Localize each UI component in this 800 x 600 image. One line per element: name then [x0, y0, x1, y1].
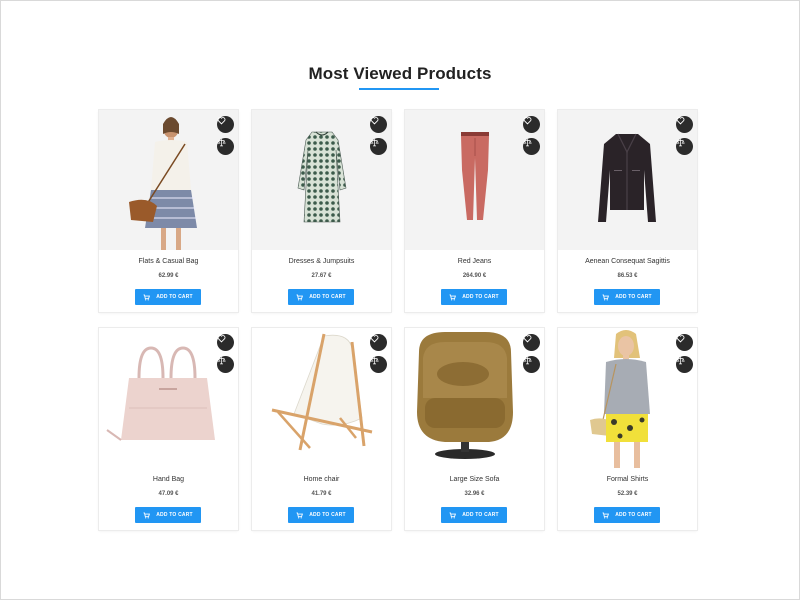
wishlist-button[interactable] [523, 116, 540, 133]
add-to-cart-label: ADD TO CART [156, 512, 193, 518]
add-to-cart-button[interactable]: ADD TO CART [135, 289, 201, 305]
compare-button[interactable] [217, 138, 234, 155]
add-to-cart-label: ADD TO CART [615, 294, 652, 300]
woman-with-bag-image [129, 117, 197, 250]
add-to-cart-button[interactable]: ADD TO CART [288, 507, 354, 523]
wishlist-button[interactable] [523, 334, 540, 351]
wishlist-button[interactable] [370, 334, 387, 351]
heart-icon [523, 335, 532, 343]
product-name[interactable]: Large Size Sofa [405, 476, 544, 483]
scale-icon [217, 139, 226, 147]
scale-icon [370, 357, 379, 365]
heart-icon [370, 335, 379, 343]
product-price: 62.99 € [158, 273, 179, 279]
heart-icon [217, 335, 226, 343]
cart-icon [449, 511, 457, 519]
product-name[interactable]: Dresses & Jumpsuits [252, 258, 391, 265]
scale-icon [523, 139, 532, 147]
product-image[interactable] [252, 328, 391, 468]
scale-icon [370, 139, 379, 147]
add-to-cart-label: ADD TO CART [309, 512, 346, 518]
add-to-cart-button[interactable]: ADD TO CART [135, 507, 201, 523]
add-to-cart-button[interactable]: ADD TO CART [594, 507, 660, 523]
product-image[interactable] [405, 110, 544, 250]
product-card[interactable]: Formal Shirts 52.39 € ADD TO CART [558, 328, 697, 530]
compare-button[interactable] [676, 356, 693, 373]
product-card[interactable]: Aenean Consequat Sagittis 86.53 € ADD TO… [558, 110, 697, 312]
scale-icon [676, 139, 685, 147]
pink-handbag-image [106, 346, 215, 441]
product-price: 47.09 € [158, 491, 179, 497]
product-image[interactable] [558, 110, 697, 250]
add-to-cart-label: ADD TO CART [462, 294, 499, 300]
scale-icon [676, 357, 685, 365]
cart-icon [143, 511, 151, 519]
cart-icon [449, 293, 457, 301]
leather-jacket-image [598, 133, 656, 222]
product-name[interactable]: Aenean Consequat Sagittis [558, 258, 697, 265]
compare-button[interactable] [217, 356, 234, 373]
cart-icon [296, 293, 304, 301]
product-name[interactable]: Flats & Casual Bag [99, 258, 238, 265]
product-price: 52.39 € [617, 491, 638, 497]
scale-icon [217, 357, 226, 365]
product-image[interactable] [252, 110, 391, 250]
add-to-cart-label: ADD TO CART [462, 512, 499, 518]
product-image[interactable] [99, 110, 238, 250]
wishlist-button[interactable] [370, 116, 387, 133]
product-image[interactable] [99, 328, 238, 468]
compare-button[interactable] [370, 138, 387, 155]
add-to-cart-label: ADD TO CART [309, 294, 346, 300]
product-card[interactable]: Flats & Casual Bag 62.99 € ADD TO CART [99, 110, 238, 312]
section-title: Most Viewed Products [308, 64, 492, 83]
heart-icon [370, 117, 379, 125]
heart-icon [523, 117, 532, 125]
heart-icon [676, 335, 685, 343]
product-card[interactable]: Hand Bag 47.09 € ADD TO CART [99, 328, 238, 530]
wishlist-button[interactable] [217, 334, 234, 351]
compare-button[interactable] [370, 356, 387, 373]
cart-icon [602, 511, 610, 519]
compare-button[interactable] [523, 356, 540, 373]
product-card[interactable]: Dresses & Jumpsuits 27.67 € ADD TO CART [252, 110, 391, 312]
product-name[interactable]: Red Jeans [405, 258, 544, 265]
add-to-cart-label: ADD TO CART [615, 512, 652, 518]
cart-icon [602, 293, 610, 301]
product-price: 264.90 € [462, 273, 487, 279]
product-name[interactable]: Hand Bag [99, 476, 238, 483]
cart-icon [296, 511, 304, 519]
scale-icon [523, 357, 532, 365]
red-jeans-image [461, 132, 489, 220]
add-to-cart-button[interactable]: ADD TO CART [441, 507, 507, 523]
add-to-cart-button[interactable]: ADD TO CART [441, 289, 507, 305]
wishlist-button[interactable] [676, 334, 693, 351]
product-name[interactable]: Home chair [252, 476, 391, 483]
cart-icon [143, 293, 151, 301]
wishlist-button[interactable] [676, 116, 693, 133]
product-price: 41.79 € [311, 491, 332, 497]
heart-icon [217, 117, 226, 125]
product-price: 32.96 € [464, 491, 485, 497]
deck-chair-image [271, 333, 373, 451]
product-price: 27.67 € [311, 273, 332, 279]
compare-button[interactable] [523, 138, 540, 155]
product-card[interactable]: Large Size Sofa 32.96 € ADD TO CART [405, 328, 544, 530]
add-to-cart-label: ADD TO CART [156, 294, 193, 300]
wishlist-button[interactable] [217, 116, 234, 133]
compare-button[interactable] [676, 138, 693, 155]
product-image[interactable] [405, 328, 544, 468]
title-underline [359, 88, 439, 90]
product-card[interactable]: Red Jeans 264.90 € ADD TO CART [405, 110, 544, 312]
product-image[interactable] [558, 328, 697, 468]
woman-in-shirt-image [590, 330, 650, 468]
patterned-dress-image [297, 131, 347, 223]
add-to-cart-button[interactable]: ADD TO CART [594, 289, 660, 305]
product-card[interactable]: Home chair 41.79 € ADD TO CART [252, 328, 391, 530]
product-grid: Flats & Casual Bag 62.99 € ADD TO CART D… [99, 110, 697, 530]
heart-icon [676, 117, 685, 125]
product-name[interactable]: Formal Shirts [558, 476, 697, 483]
add-to-cart-button[interactable]: ADD TO CART [288, 289, 354, 305]
armchair-image [417, 332, 513, 459]
product-price: 86.53 € [617, 273, 638, 279]
